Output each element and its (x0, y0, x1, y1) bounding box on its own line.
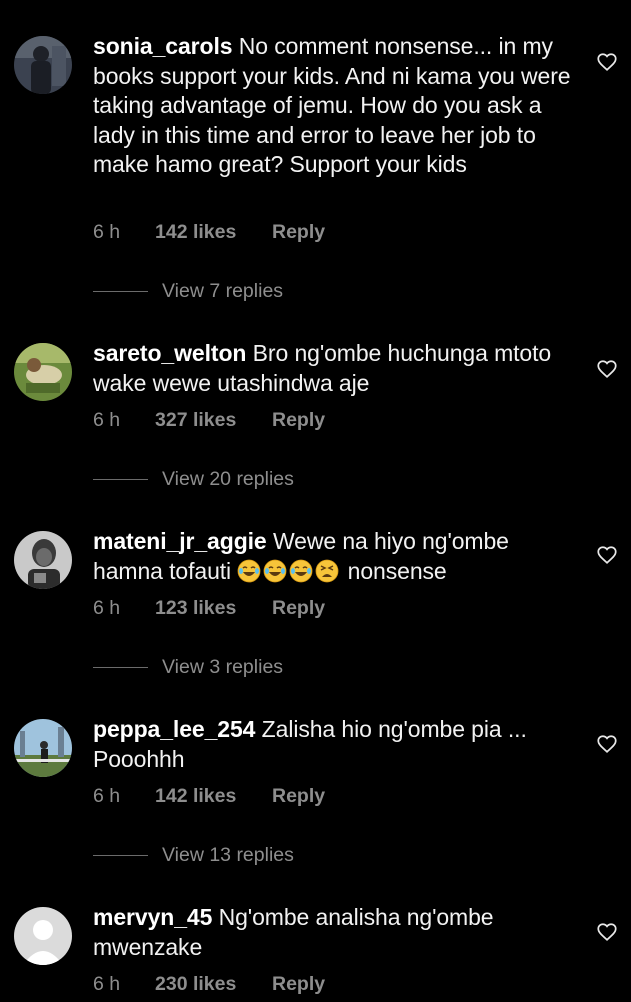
comment-text: sonia_carols No comment nonsense... in m… (93, 32, 583, 180)
view-replies-label: View 3 replies (162, 655, 284, 678)
timestamp: 6 h (93, 785, 121, 807)
like-count[interactable]: 123 likes (155, 597, 272, 620)
comment-text: sareto_welton Bro ng'ombe huchunga mtoto… (93, 339, 583, 398)
view-replies-button[interactable]: View 13 replies (93, 842, 294, 868)
reply-button[interactable]: Reply (272, 221, 325, 244)
heart-icon[interactable] (596, 733, 618, 755)
heart-icon[interactable] (596, 544, 618, 566)
avatar[interactable] (14, 343, 72, 401)
like-count[interactable]: 327 likes (155, 409, 272, 432)
avatar[interactable] (14, 36, 72, 94)
comment-text: peppa_lee_254 Zalisha hio ng'ombe pia ..… (93, 715, 583, 774)
replies-divider (93, 478, 148, 480)
avatar[interactable] (14, 531, 72, 589)
replies-divider (93, 854, 148, 856)
heart-icon[interactable] (596, 51, 618, 73)
comment-meta: 6 h 230 likes Reply (93, 973, 325, 996)
avatar[interactable] (14, 907, 72, 965)
tears-of-joy-emoji-icon (263, 559, 287, 582)
comments-feed: sonia_carols No comment nonsense... in m… (0, 0, 631, 1002)
view-replies-label: View 20 replies (162, 467, 294, 490)
reply-button[interactable]: Reply (272, 597, 325, 620)
comment-text: mervyn_45 Ng'ombe analisha ng'ombe mwenz… (93, 903, 583, 962)
timestamp: 6 h (93, 409, 121, 431)
comment-text: mateni_jr_aggie Wewe na hiyo ng'ombe ham… (93, 527, 583, 586)
like-count[interactable]: 142 likes (155, 221, 272, 244)
like-count[interactable]: 230 likes (155, 973, 272, 996)
comment-meta: 6 h 142 likes Reply (93, 785, 325, 808)
replies-divider (93, 666, 148, 668)
comment-body-end: nonsense (347, 557, 447, 584)
timestamp: 6 h (93, 597, 121, 619)
view-replies-button[interactable]: View 7 replies (93, 278, 283, 304)
username[interactable]: peppa_lee_254 (93, 716, 255, 742)
reply-button[interactable]: Reply (272, 973, 325, 996)
reply-button[interactable]: Reply (272, 785, 325, 808)
timestamp: 6 h (93, 221, 121, 243)
comment-meta: 6 h 142 likes Reply (93, 221, 325, 244)
replies-divider (93, 290, 148, 292)
like-count[interactable]: 142 likes (155, 785, 272, 808)
avatar[interactable] (14, 719, 72, 777)
view-replies-label: View 13 replies (162, 843, 294, 866)
heart-icon[interactable] (596, 358, 618, 380)
comment-meta: 6 h 327 likes Reply (93, 409, 325, 432)
comment-meta: 6 h 123 likes Reply (93, 597, 325, 620)
tears-of-joy-emoji-icon (289, 559, 313, 582)
heart-icon[interactable] (596, 921, 618, 943)
username[interactable]: sonia_carols (93, 33, 233, 59)
username[interactable]: sareto_welton (93, 340, 246, 366)
view-replies-label: View 7 replies (162, 279, 284, 302)
tired-face-emoji-icon (315, 559, 339, 582)
timestamp: 6 h (93, 973, 121, 995)
username[interactable]: mateni_jr_aggie (93, 528, 267, 554)
reply-button[interactable]: Reply (272, 409, 325, 432)
username[interactable]: mervyn_45 (93, 904, 212, 930)
view-replies-button[interactable]: View 3 replies (93, 654, 283, 680)
tears-of-joy-emoji-icon (237, 559, 261, 582)
view-replies-button[interactable]: View 20 replies (93, 466, 294, 492)
